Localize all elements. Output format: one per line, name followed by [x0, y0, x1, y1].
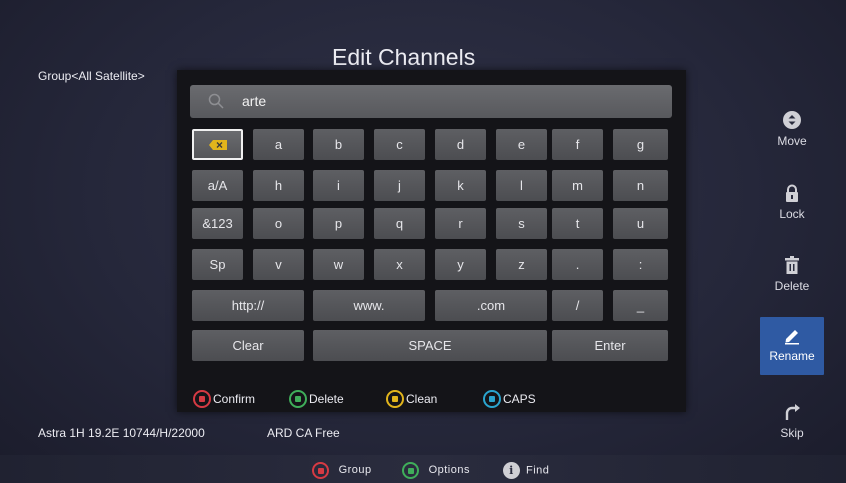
legend-caps[interactable]: CAPS [483, 390, 536, 408]
delete-button[interactable]: Delete [760, 247, 824, 305]
key-d[interactable]: d [435, 129, 486, 160]
key-http[interactable]: http:// [192, 290, 304, 321]
find-hint[interactable]: i Find [503, 462, 549, 479]
info-icon: i [503, 462, 520, 479]
green-button-icon [402, 462, 419, 479]
key-o[interactable]: o [253, 208, 304, 239]
move-icon [783, 111, 801, 129]
red-button-icon [312, 462, 329, 479]
key-symbols[interactable]: &123 [192, 208, 243, 239]
key-backspace[interactable] [192, 129, 243, 160]
move-button[interactable]: Move [760, 102, 824, 160]
red-button-icon [193, 390, 211, 408]
transponder-info: Astra 1H 19.2E 10744/H/22000 [38, 426, 205, 440]
legend-clean[interactable]: Clean [386, 390, 437, 408]
lock-icon [786, 184, 798, 202]
bottom-bar: Group Options i Find [0, 455, 846, 483]
green-button-icon [289, 390, 307, 408]
move-label: Move [777, 134, 807, 148]
search-icon [208, 93, 224, 109]
key-r[interactable]: r [435, 208, 486, 239]
key-h[interactable]: h [253, 170, 304, 201]
key-b[interactable]: b [313, 129, 364, 160]
key-q[interactable]: q [374, 208, 425, 239]
key-f[interactable]: f [552, 129, 603, 160]
key-sp[interactable]: Sp [192, 249, 243, 280]
page-title: Edit Channels [332, 49, 476, 70]
legend-delete[interactable]: Delete [289, 390, 344, 408]
key-j[interactable]: j [374, 170, 425, 201]
key-underscore[interactable]: _ [613, 290, 668, 321]
delete-label: Delete [774, 279, 810, 293]
key-p[interactable]: p [313, 208, 364, 239]
key-m[interactable]: m [552, 170, 603, 201]
key-x[interactable]: x [374, 249, 425, 280]
key-slash[interactable]: / [552, 290, 603, 321]
find-hint-label: Find [526, 464, 550, 477]
key-colon[interactable]: : [613, 249, 668, 280]
key-space[interactable]: SPACE [313, 330, 547, 361]
group-hint-label: Group [338, 464, 372, 477]
group-hint[interactable]: Group [312, 462, 372, 479]
rename-label: Rename [769, 349, 815, 363]
skip-button[interactable]: Skip [760, 394, 824, 452]
key-v[interactable]: v [253, 249, 304, 280]
key-l[interactable]: l [496, 170, 547, 201]
key-clear[interactable]: Clear [192, 330, 304, 361]
options-hint[interactable]: Options [402, 462, 470, 479]
trash-icon [785, 256, 799, 274]
key-period[interactable]: . [552, 249, 603, 280]
key-c[interactable]: c [374, 129, 425, 160]
key-g[interactable]: g [613, 129, 668, 160]
key-k[interactable]: k [435, 170, 486, 201]
lock-button[interactable]: Lock [760, 175, 824, 233]
key-com[interactable]: .com [435, 290, 547, 321]
key-u[interactable]: u [613, 208, 668, 239]
key-t[interactable]: t [552, 208, 603, 239]
search-input[interactable]: arte [190, 85, 672, 118]
keyboard-panel: arte a b c d e f g a/A h i j k l m n &12… [177, 70, 686, 412]
key-z[interactable]: z [496, 249, 547, 280]
key-www[interactable]: www. [313, 290, 425, 321]
key-s[interactable]: s [496, 208, 547, 239]
channel-info: ARD CA Free [267, 426, 340, 440]
key-n[interactable]: n [613, 170, 668, 201]
options-hint-label: Options [428, 464, 470, 477]
skip-label: Skip [780, 426, 804, 440]
skip-icon [785, 404, 800, 420]
key-a[interactable]: a [253, 129, 304, 160]
yellow-button-icon [386, 390, 404, 408]
key-e[interactable]: e [496, 129, 547, 160]
screen: Group<All Satellite> Edit Channels arte … [0, 0, 846, 483]
backspace-icon [208, 139, 227, 150]
blue-button-icon [483, 390, 501, 408]
group-label: Group<All Satellite> [38, 69, 145, 83]
key-w[interactable]: w [313, 249, 364, 280]
legend-confirm[interactable]: Confirm [193, 390, 255, 408]
rename-button[interactable]: Rename [760, 317, 824, 375]
key-case[interactable]: a/A [192, 170, 243, 201]
lock-label: Lock [779, 207, 805, 221]
key-enter[interactable]: Enter [552, 330, 668, 361]
search-value: arte [242, 93, 267, 109]
pencil-icon [785, 330, 799, 345]
key-i[interactable]: i [313, 170, 364, 201]
key-y[interactable]: y [435, 249, 486, 280]
